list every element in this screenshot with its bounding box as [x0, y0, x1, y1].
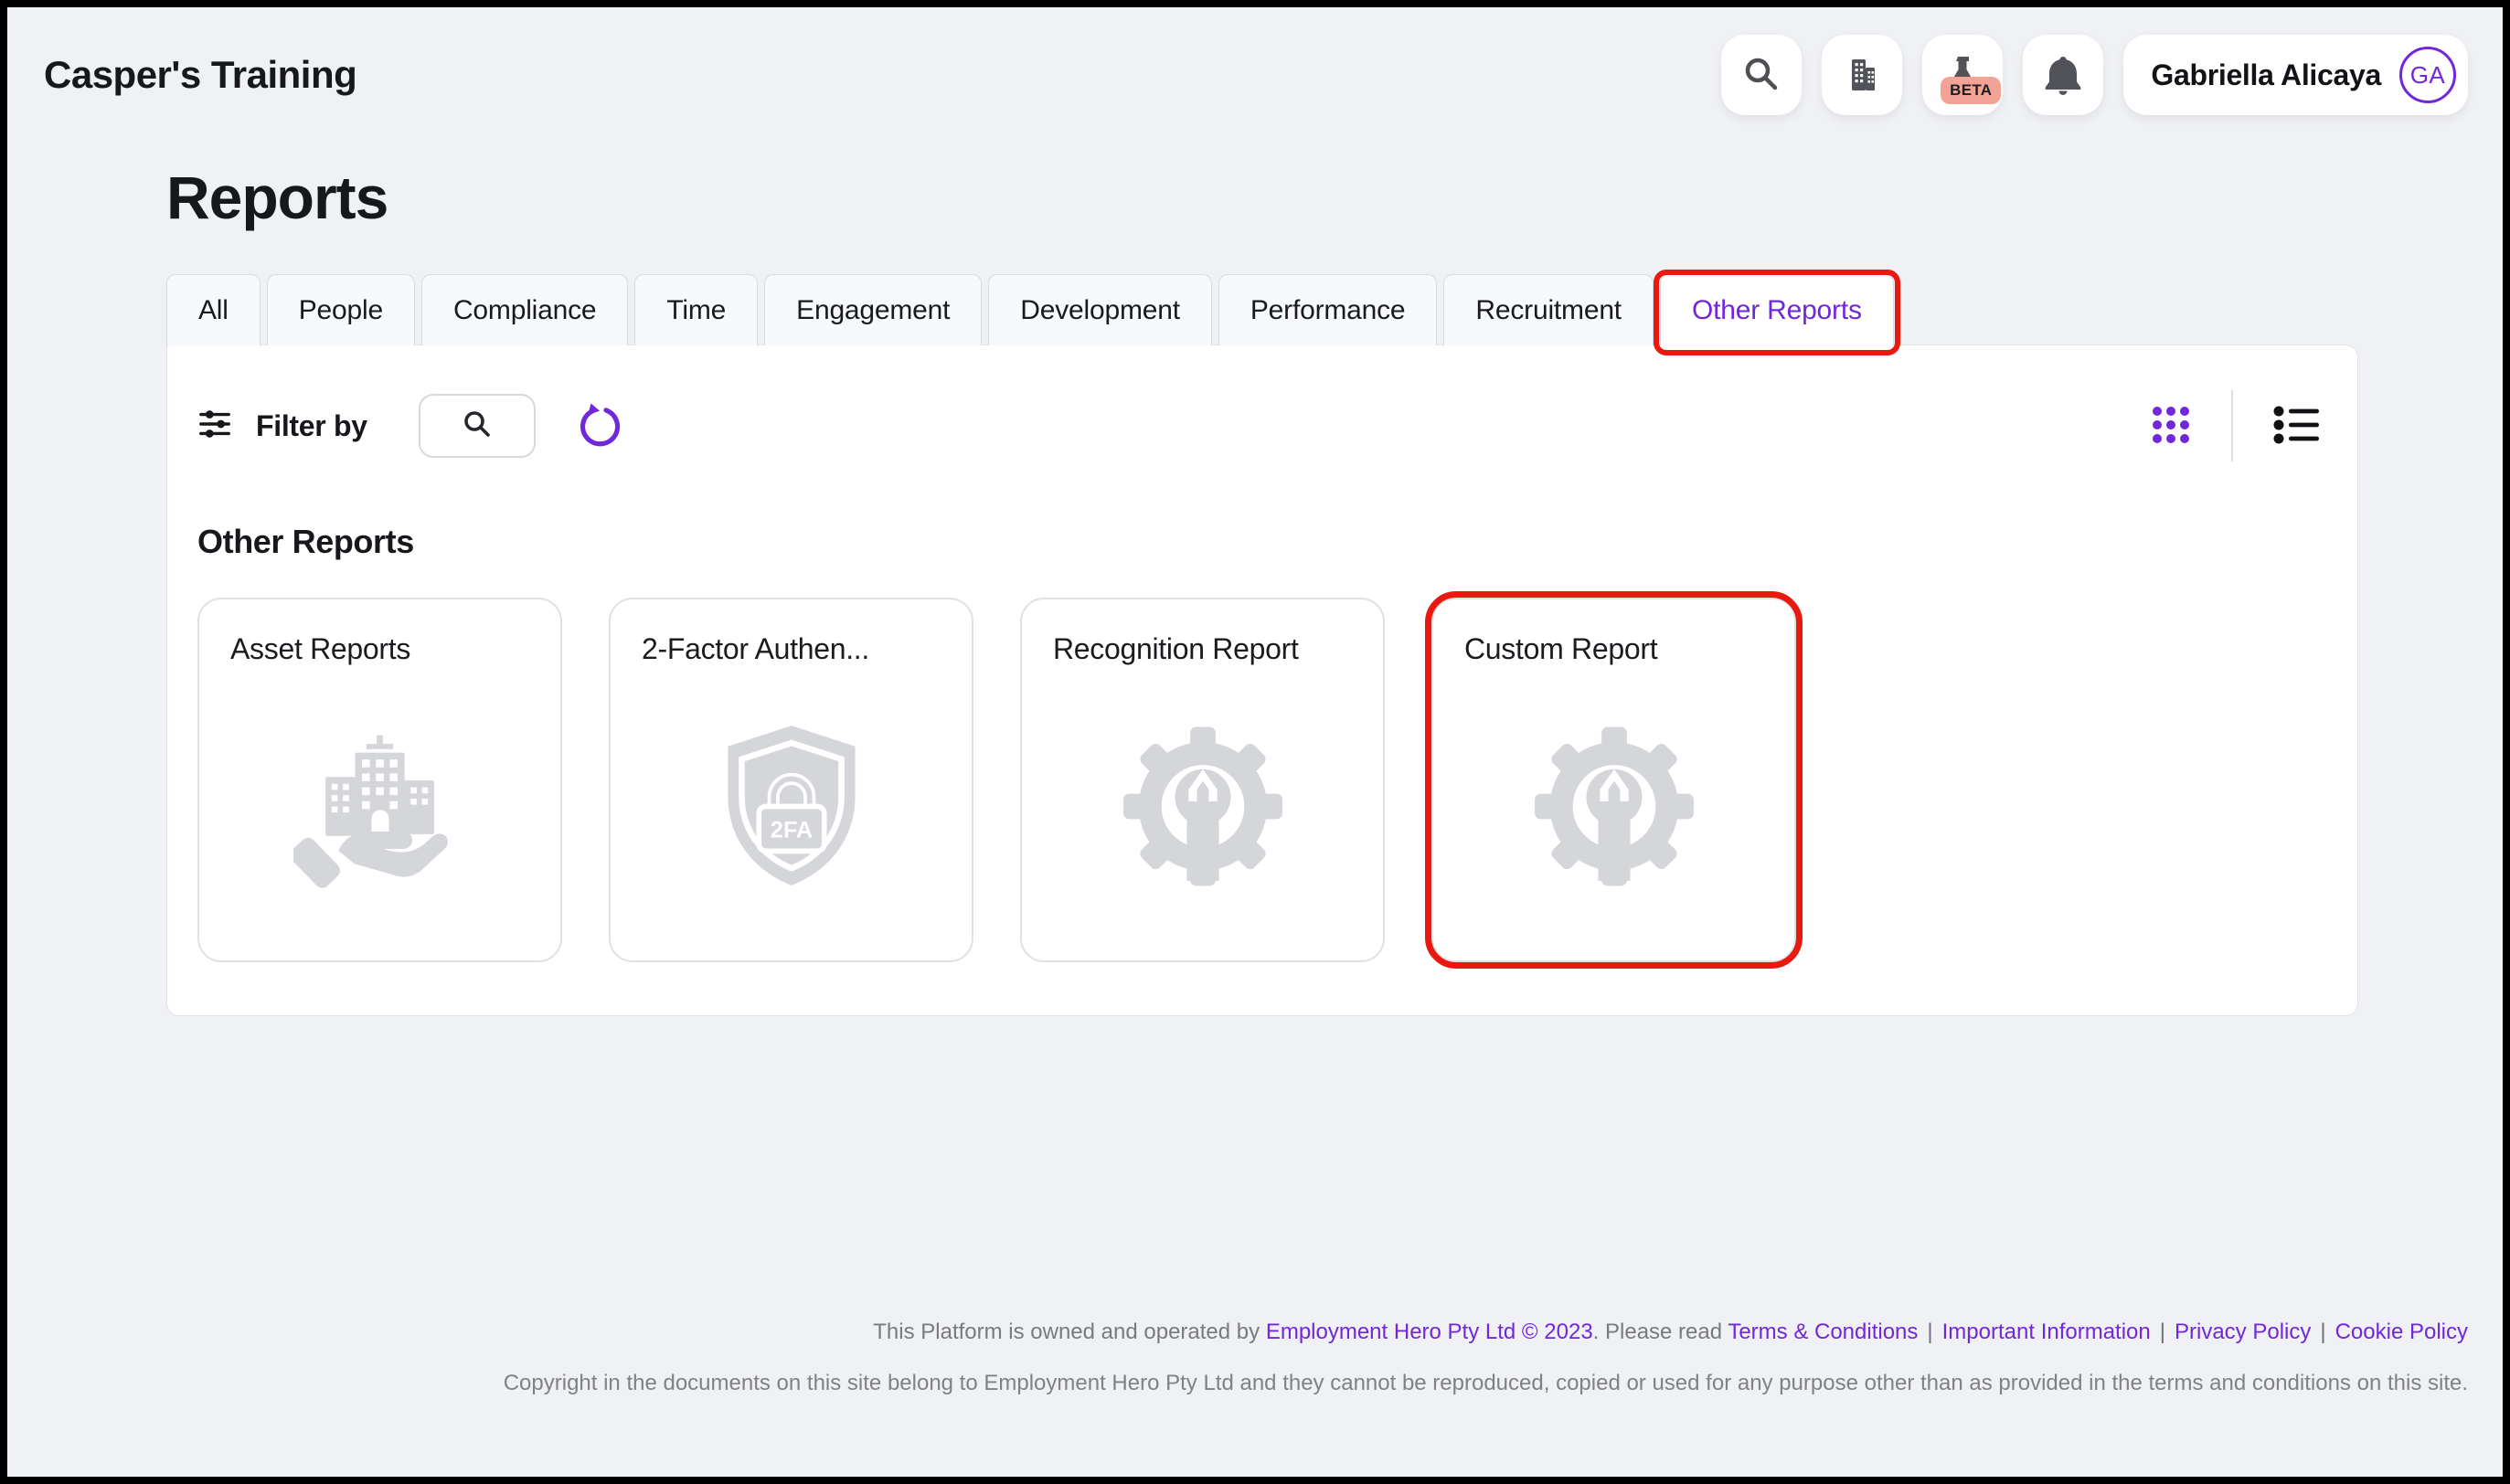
tab-compliance[interactable]: Compliance — [421, 274, 628, 345]
card-recognition-report[interactable]: Recognition Report — [1020, 598, 1385, 962]
company-buildings-icon — [1840, 52, 1884, 99]
section-title: Other Reports — [197, 523, 2321, 561]
labs-button[interactable]: BETA — [1922, 35, 2003, 115]
card-custom-report[interactable]: Custom Report — [1431, 598, 1796, 962]
tab-people[interactable]: People — [267, 274, 415, 345]
list-view-button[interactable] — [2273, 404, 2321, 449]
tab-all[interactable]: All — [166, 274, 261, 345]
user-name: Gabriella Alicaya — [2151, 58, 2381, 92]
shield-2fa-label: 2FA — [770, 817, 813, 843]
tab-other-reports[interactable]: Other Reports — [1660, 274, 1894, 345]
gear-wrench-icon — [1118, 722, 1287, 896]
shield-2fa-icon: 2FA — [714, 721, 869, 897]
top-bar: Casper's Training — [7, 7, 2503, 115]
tab-other-reports-label: Other Reports — [1692, 295, 1862, 326]
footer-prefix: This Platform is owned and operated by — [873, 1320, 1266, 1344]
search-button[interactable] — [1721, 35, 1802, 115]
card-title: Recognition Report — [1053, 632, 1352, 666]
report-search-input[interactable] — [419, 394, 536, 458]
search-icon — [1740, 53, 1782, 98]
footer-separator: | — [1927, 1320, 1932, 1344]
card-title: 2-Factor Authen... — [642, 632, 941, 666]
filter-toolbar: Filter by — [197, 393, 2321, 459]
card-title: Custom Report — [1464, 632, 1763, 666]
card-2-factor-authentication[interactable]: 2-Factor Authen... 2FA — [609, 598, 973, 962]
list-view-icon — [2273, 404, 2321, 449]
filter-by-label: Filter by — [256, 409, 367, 443]
footer-privacy-link[interactable]: Privacy Policy — [2175, 1320, 2311, 1344]
app-window: Casper's Training — [0, 0, 2510, 1484]
footer: This Platform is owned and operated by E… — [504, 1320, 2468, 1396]
top-actions: BETA Gabriella Alicaya GA — [1721, 35, 2468, 115]
view-toggle-divider — [2231, 390, 2233, 461]
tab-development[interactable]: Development — [988, 274, 1212, 345]
card-title: Asset Reports — [230, 632, 529, 666]
notifications-button[interactable] — [2023, 35, 2103, 115]
view-toggle-group — [2151, 390, 2321, 461]
tab-performance[interactable]: Performance — [1218, 274, 1438, 345]
footer-separator: | — [2320, 1320, 2325, 1344]
grid-view-icon — [2151, 405, 2191, 448]
footer-terms-link[interactable]: Terms & Conditions — [1728, 1320, 1918, 1344]
main-content: Reports All People Compliance Time Engag… — [166, 163, 2358, 1016]
report-cards: Asset Reports — [197, 598, 2321, 962]
footer-line1: This Platform is owned and operated by E… — [504, 1320, 2468, 1345]
avatar: GA — [2399, 47, 2456, 103]
reports-panel: Filter by — [166, 344, 2358, 1016]
refresh-icon — [578, 403, 622, 450]
notifications-bell-icon — [2041, 52, 2085, 99]
app-title: Casper's Training — [44, 53, 356, 97]
gear-wrench-icon — [1529, 722, 1698, 896]
page-title: Reports — [166, 163, 2358, 232]
company-switcher-button[interactable] — [1822, 35, 1902, 115]
beta-badge: BETA — [1941, 77, 2001, 104]
reset-filters-button[interactable] — [578, 404, 622, 448]
search-icon-small — [461, 408, 494, 445]
user-menu[interactable]: Gabriella Alicaya GA — [2123, 35, 2468, 115]
footer-cookie-link[interactable]: Cookie Policy — [2335, 1320, 2468, 1344]
tab-engagement[interactable]: Engagement — [764, 274, 982, 345]
filter-sliders-icon — [197, 407, 232, 446]
tab-recruitment[interactable]: Recruitment — [1443, 274, 1654, 345]
footer-line2: Copyright in the documents on this site … — [504, 1371, 2468, 1396]
footer-separator: | — [2160, 1320, 2165, 1344]
footer-mid: . Please read — [1593, 1320, 1728, 1344]
tab-bar: All People Compliance Time Engagement De… — [166, 274, 2358, 345]
footer-important-info-link[interactable]: Important Information — [1942, 1320, 2151, 1344]
buildings-in-hand-icon — [293, 720, 467, 898]
grid-view-button[interactable] — [2151, 405, 2191, 448]
footer-company-link[interactable]: Employment Hero Pty Ltd © 2023 — [1266, 1320, 1593, 1344]
tab-time[interactable]: Time — [634, 274, 758, 345]
card-asset-reports[interactable]: Asset Reports — [197, 598, 562, 962]
